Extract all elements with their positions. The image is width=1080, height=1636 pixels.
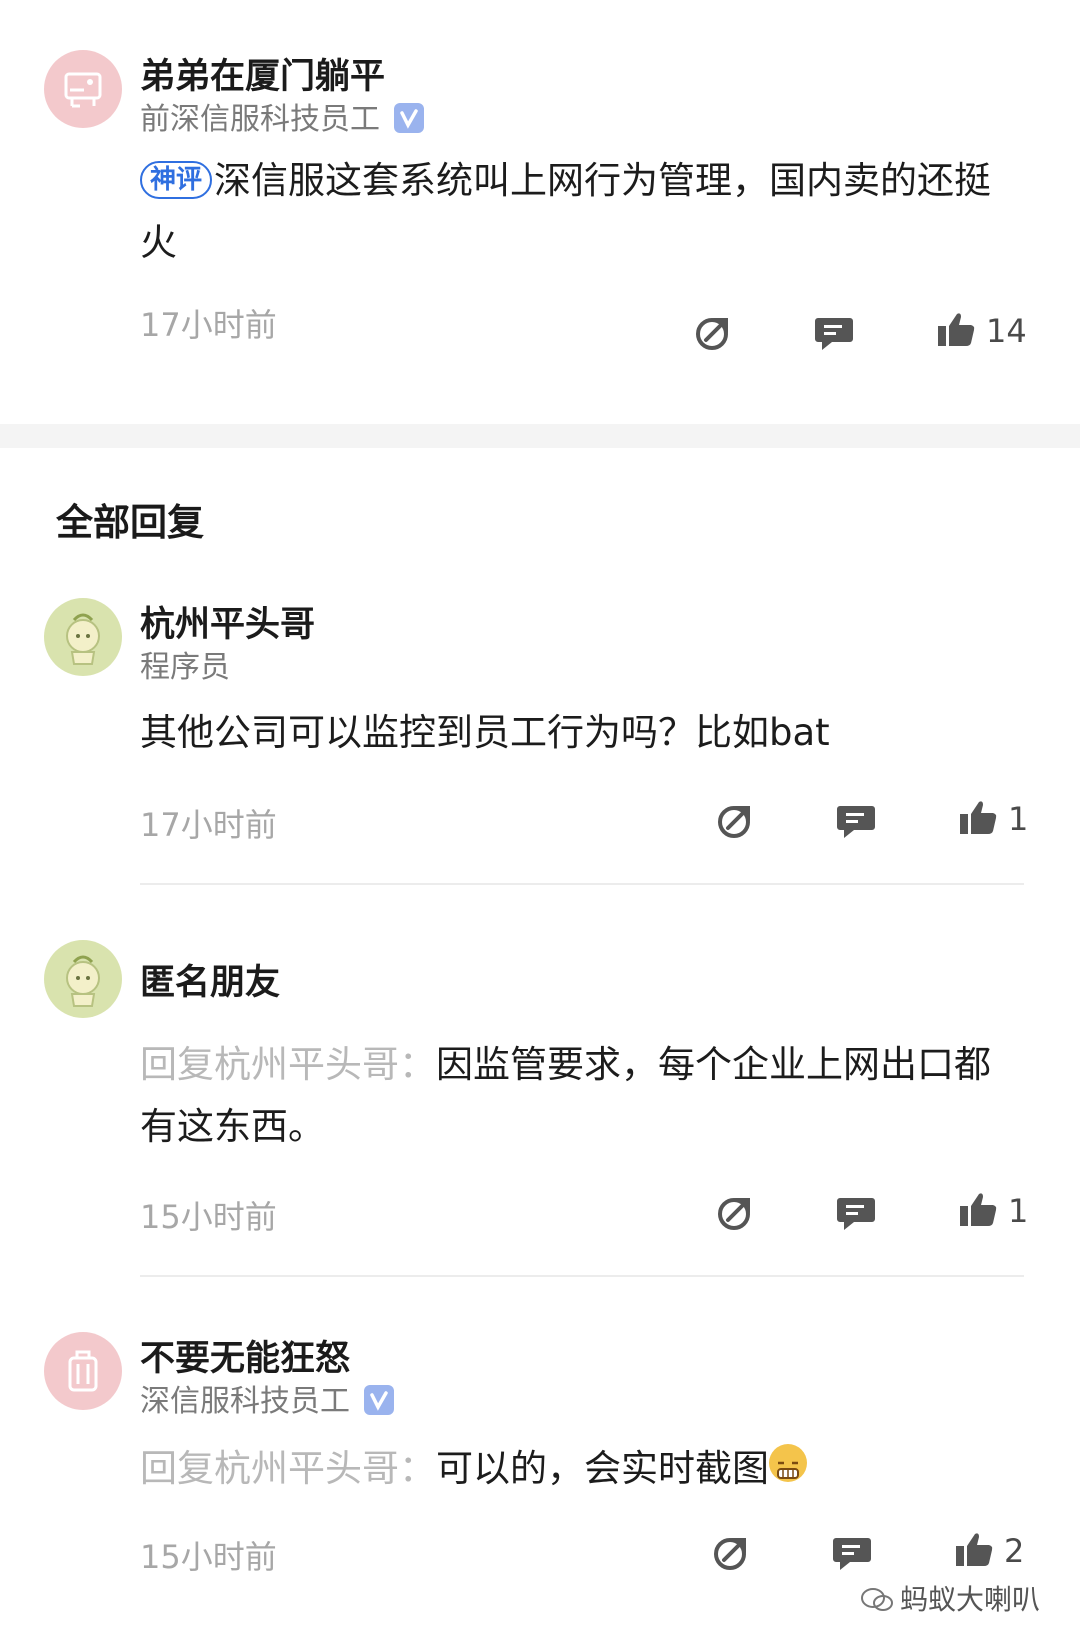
sprout-avatar-icon <box>66 955 100 1007</box>
top-comment-badge: 神评 <box>140 161 213 199</box>
user-title-text: 深信服科技员工 <box>140 1384 350 1419</box>
comment-icon[interactable] <box>814 312 854 352</box>
reply-prefix[interactable]: 回复杭州平头哥： <box>140 1043 436 1086</box>
username[interactable]: 杭州平头哥 <box>140 596 315 647</box>
section-divider <box>0 424 1080 448</box>
grin-emoji-icon <box>769 1444 807 1482</box>
reply-content: 其他公司可以监控到员工行为吗？比如bat <box>140 711 830 754</box>
timestamp: 17小时前 <box>140 306 277 344</box>
divider <box>140 883 1024 885</box>
verified-v-icon <box>394 103 424 133</box>
user-title: 深信服科技员工 <box>140 1376 394 1420</box>
like-count: 1 <box>1008 800 1029 838</box>
comment-icon[interactable] <box>832 1532 872 1572</box>
share-icon[interactable] <box>694 312 734 352</box>
reply-content: 回复杭州平头哥：因监管要求，每个企业上网出口都有这东西。 <box>140 1034 1000 1158</box>
user-title-text: 前深信服科技员工 <box>140 102 380 137</box>
reply-content: 回复杭州平头哥：可以的，会实时截图 <box>140 1438 1000 1500</box>
like-count: 14 <box>986 312 1027 350</box>
thumbs-up-icon[interactable] <box>936 310 976 350</box>
wechat-logo-icon <box>860 1588 893 1611</box>
share-icon[interactable] <box>712 1532 752 1572</box>
user-title: 程序员 <box>140 650 230 685</box>
username[interactable]: 匿名朋友 <box>140 954 280 1005</box>
thumbs-up-icon[interactable] <box>958 798 998 838</box>
like-count: 1 <box>1008 1192 1029 1230</box>
avatar[interactable] <box>44 940 122 1018</box>
sprout-avatar-icon <box>66 613 100 665</box>
share-icon[interactable] <box>716 1192 756 1232</box>
avatar[interactable] <box>44 598 122 676</box>
like-count: 2 <box>1004 1532 1025 1570</box>
avatar[interactable] <box>44 50 122 128</box>
reply-prefix[interactable]: 回复杭州平头哥： <box>140 1447 436 1490</box>
username[interactable]: 弟弟在厦门躺平 <box>140 48 385 99</box>
thumbs-up-icon[interactable] <box>958 1190 998 1230</box>
timestamp: 15小时前 <box>140 1198 277 1236</box>
share-icon[interactable] <box>716 800 756 840</box>
avatar[interactable] <box>44 1332 122 1410</box>
watermark: 蚂蚁大喇叭 <box>860 1578 1040 1618</box>
verified-v-icon <box>364 1385 394 1415</box>
watermark-text: 蚂蚁大喇叭 <box>899 1583 1040 1616</box>
suitcase-avatar-icon <box>68 1350 98 1392</box>
thumbs-up-icon[interactable] <box>954 1530 994 1570</box>
divider <box>140 1275 1024 1277</box>
user-title: 前深信服科技员工 <box>140 94 424 138</box>
section-title: 全部回复 <box>56 501 204 544</box>
tv-avatar-icon <box>64 72 102 108</box>
comment-text: 深信服这套系统叫上网行为管理，国内卖的还挺火 <box>140 159 992 264</box>
comment-icon[interactable] <box>836 800 876 840</box>
timestamp: 15小时前 <box>140 1538 277 1576</box>
comment-content: 神评 深信服这套系统叫上网行为管理，国内卖的还挺火 <box>140 150 1000 274</box>
reply-text: 可以的，会实时截图 <box>436 1447 769 1490</box>
timestamp: 17小时前 <box>140 806 277 844</box>
comment-icon[interactable] <box>836 1192 876 1232</box>
username[interactable]: 不要无能狂怒 <box>140 1330 350 1381</box>
